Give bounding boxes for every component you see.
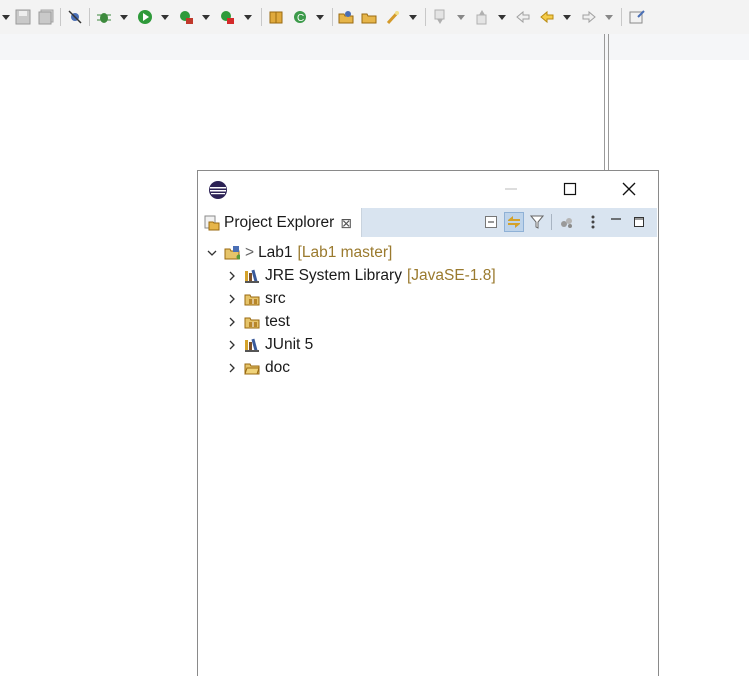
chevron-right-icon[interactable] — [226, 339, 238, 351]
tree-item[interactable]: src — [226, 287, 286, 310]
tree-item[interactable]: JRE System Library [JavaSE-1.8] — [226, 264, 496, 287]
library-icon — [244, 337, 260, 353]
chevron-right-icon[interactable] — [226, 316, 238, 328]
chevron-down-icon[interactable] — [206, 247, 218, 259]
tab-close-icon[interactable]: ⊠ — [340, 216, 352, 230]
link-with-editor-icon[interactable] — [504, 212, 524, 232]
tree-item-project[interactable]: > Lab1 [Lab1 master] — [206, 241, 392, 264]
external-tools-icon[interactable] — [218, 8, 236, 26]
window-titlebar[interactable] — [198, 171, 658, 207]
next-annotation-icon[interactable] — [431, 8, 449, 26]
run-dropdown-icon[interactable] — [159, 8, 171, 26]
main-toolbar: C — [0, 0, 749, 34]
tree-item-label: test — [265, 312, 290, 330]
coverage-dropdown-icon[interactable] — [200, 8, 212, 26]
git-dirty-prefix: > — [245, 243, 255, 261]
prev-annotation-dropdown-icon[interactable] — [496, 8, 508, 26]
chevron-right-icon[interactable] — [226, 270, 238, 282]
chevron-right-icon[interactable] — [226, 362, 238, 374]
view-tab-bar: Project Explorer ⊠ — [199, 208, 657, 237]
svg-text:C: C — [297, 13, 304, 24]
back-dropdown-icon[interactable] — [561, 8, 573, 26]
new-java-package-icon[interactable] — [267, 8, 285, 26]
tree-item-decoration: [JavaSE-1.8] — [406, 266, 496, 284]
close-button[interactable] — [606, 171, 652, 207]
chevron-right-icon[interactable] — [226, 293, 238, 305]
coverage-icon[interactable] — [177, 8, 195, 26]
dropdown-arrow-icon[interactable] — [0, 8, 12, 26]
save-icon[interactable] — [14, 8, 32, 26]
tree-item-label: doc — [265, 358, 290, 376]
project-label: Lab1 — [258, 243, 293, 261]
skip-breakpoints-icon[interactable] — [66, 8, 84, 26]
project-folder-icon — [224, 245, 240, 261]
view-maximize-icon[interactable] — [629, 212, 649, 232]
save-all-icon[interactable] — [37, 8, 55, 26]
project-decoration: [Lab1 master] — [297, 243, 393, 261]
debug-icon[interactable] — [95, 8, 113, 26]
open-task-icon[interactable] — [360, 8, 378, 26]
source-folder-icon — [244, 314, 260, 330]
tree-item[interactable]: test — [226, 310, 290, 333]
tree-item-label: JRE System Library — [265, 266, 402, 284]
project-explorer-icon — [204, 215, 220, 231]
new-class-icon[interactable]: C — [291, 8, 309, 26]
tree-item[interactable]: JUnit 5 — [226, 333, 313, 356]
eclipse-logo-icon — [208, 180, 228, 200]
source-folder-icon — [244, 291, 260, 307]
next-annotation-dropdown-icon[interactable] — [455, 8, 467, 26]
tree-item-label: src — [265, 289, 286, 307]
forward-icon[interactable] — [580, 8, 598, 26]
view-minimize-icon[interactable] — [606, 212, 626, 232]
pin-editor-icon[interactable] — [628, 8, 646, 26]
tree-item[interactable]: doc — [226, 356, 290, 379]
editor-tab-strip — [0, 34, 749, 60]
folder-icon — [244, 360, 260, 376]
working-sets-icon[interactable] — [557, 212, 577, 232]
forward-dropdown-icon[interactable] — [603, 8, 615, 26]
tab-project-explorer[interactable]: Project Explorer ⊠ — [199, 208, 362, 237]
open-type-icon[interactable] — [337, 8, 355, 26]
collapse-all-icon[interactable] — [481, 212, 501, 232]
library-icon — [244, 268, 260, 284]
prev-annotation-icon[interactable] — [473, 8, 491, 26]
debug-dropdown-icon[interactable] — [118, 8, 130, 26]
run-icon[interactable] — [136, 8, 154, 26]
back-icon[interactable] — [538, 8, 556, 26]
tree-item-label: JUnit 5 — [265, 335, 314, 353]
last-edit-icon[interactable] — [514, 8, 532, 26]
maximize-button[interactable] — [547, 171, 593, 207]
filter-icon[interactable] — [527, 212, 547, 232]
search-dropdown-icon[interactable] — [407, 8, 419, 26]
search-icon[interactable] — [384, 8, 402, 26]
tab-label: Project Explorer — [224, 213, 335, 231]
new-class-dropdown-icon[interactable] — [314, 8, 326, 26]
project-explorer-window: Project Explorer ⊠ > Lab1 [Lab1 master] … — [197, 170, 659, 676]
external-tools-dropdown-icon[interactable] — [242, 8, 254, 26]
minimize-button[interactable] — [488, 171, 534, 207]
view-menu-icon[interactable] — [583, 212, 603, 232]
